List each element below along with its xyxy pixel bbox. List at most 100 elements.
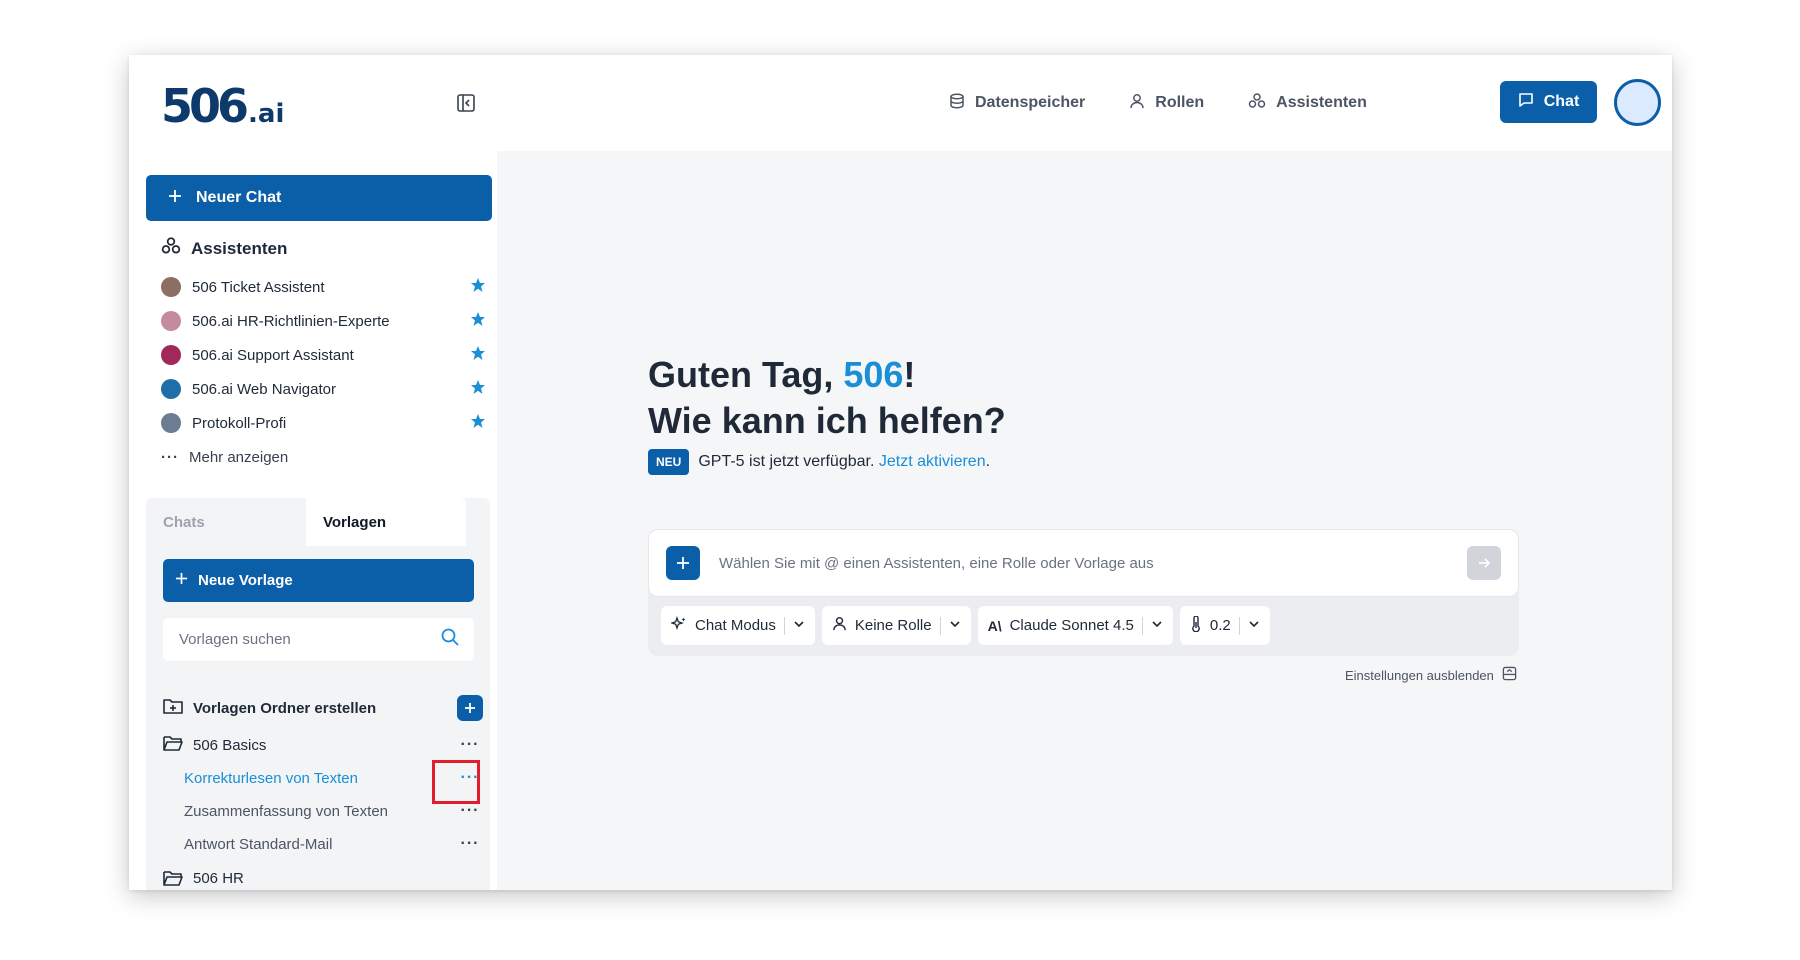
user-icon xyxy=(1129,93,1145,114)
sidebar-tabs: Chats Vorlagen xyxy=(146,498,490,546)
model-value: Claude Sonnet 4.5 xyxy=(1009,617,1134,634)
model-select[interactable]: A\ Claude Sonnet 4.5 xyxy=(977,606,1173,645)
activate-link[interactable]: Jetzt aktivieren xyxy=(879,453,986,470)
folder-row[interactable]: 506 HR xyxy=(163,862,483,890)
assistant-name: 506.ai Support Assistant xyxy=(192,346,354,364)
template-search xyxy=(163,618,474,661)
assistant-avatar xyxy=(161,379,181,399)
greeting-line-2: Wie kann ich helfen? xyxy=(648,400,1006,441)
plus-icon xyxy=(168,189,182,208)
greeting-suffix: ! xyxy=(903,354,916,395)
assistant-name: 506 Ticket Assistent xyxy=(192,278,325,296)
create-folder-row: Vorlagen Ordner erstellen xyxy=(163,693,483,723)
new-badge: NEU xyxy=(648,449,690,475)
template-name: Zusammenfassung von Texten xyxy=(184,802,389,820)
star-icon[interactable] xyxy=(470,345,486,365)
assistant-item[interactable]: 506.ai Web Navigator xyxy=(161,372,486,406)
news-message: GPT-5 ist jetzt verfügbar. xyxy=(698,453,875,470)
assistant-name: 506.ai HR-Richtlinien-Experte xyxy=(192,312,390,330)
send-button[interactable] xyxy=(1467,546,1501,580)
logo-main: 506 xyxy=(161,79,249,133)
tab-chats[interactable]: Chats xyxy=(146,498,306,546)
mode-value: Chat Modus xyxy=(695,617,776,634)
sidebar-collapse-icon[interactable] xyxy=(454,91,478,115)
assistant-name: 506.ai Web Navigator xyxy=(192,380,336,398)
chevron-down-icon xyxy=(1248,617,1260,634)
divider xyxy=(939,616,941,635)
database-icon xyxy=(949,93,965,114)
news-end: . xyxy=(985,453,991,470)
greeting-name: 506 xyxy=(843,354,904,395)
template-more-icon[interactable]: ··· xyxy=(457,836,483,852)
assistant-avatar xyxy=(161,311,181,331)
anthropic-icon: A\ xyxy=(987,617,1002,634)
hide-settings-link[interactable]: Einstellungen ausblenden xyxy=(1345,666,1517,684)
role-select[interactable]: Keine Rolle xyxy=(821,606,971,645)
template-name: Antwort Standard-Mail xyxy=(184,835,333,853)
main-area: Guten Tag, 506! Wie kann ich helfen? NEU… xyxy=(497,151,1672,890)
assistants-title: Assistenten xyxy=(191,238,288,258)
assistant-item[interactable]: 506 Ticket Assistent xyxy=(161,270,486,304)
user-icon xyxy=(832,616,847,635)
news-banner: NEU GPT-5 ist jetzt verfügbar. Jetzt akt… xyxy=(648,449,990,475)
star-icon[interactable] xyxy=(470,413,486,433)
sparkle-icon xyxy=(670,615,687,636)
app-window: 506 .ai Datenspeicher Rollen Assistenten… xyxy=(129,55,1672,890)
highlight-annotation xyxy=(432,760,480,804)
star-icon[interactable] xyxy=(470,277,486,297)
chat-bubble-icon xyxy=(1518,92,1534,113)
folder-icon xyxy=(163,870,183,890)
assistant-item[interactable]: Protokoll-Profi xyxy=(161,406,486,440)
chevron-down-icon xyxy=(793,617,805,634)
message-input[interactable] xyxy=(719,554,1467,572)
assistant-list: 506 Ticket Assistent 506.ai HR-Richtlini… xyxy=(161,270,486,474)
new-chat-button[interactable]: Neuer Chat xyxy=(146,175,492,221)
add-attachment-button[interactable] xyxy=(666,546,700,580)
folder-row[interactable]: 506 Basics ··· xyxy=(163,730,483,760)
assistant-avatar xyxy=(161,277,181,297)
nav-label: Assistenten xyxy=(1276,94,1367,111)
search-icon[interactable] xyxy=(440,627,460,652)
nav-label: Datenspeicher xyxy=(975,94,1086,111)
temperature-select[interactable]: 0.2 xyxy=(1179,606,1270,645)
folder-open-icon xyxy=(163,735,183,755)
chat-button[interactable]: Chat xyxy=(1500,81,1597,123)
template-more-icon[interactable]: ··· xyxy=(457,803,483,819)
template-name: Korrekturlesen von Texten xyxy=(184,769,358,787)
user-avatar[interactable] xyxy=(1614,79,1661,126)
assistant-avatar xyxy=(161,413,181,433)
folder-plus-icon xyxy=(163,697,183,719)
new-chat-label: Neuer Chat xyxy=(196,189,282,206)
logo[interactable]: 506 .ai xyxy=(161,79,284,129)
star-icon[interactable] xyxy=(470,311,486,331)
template-item[interactable]: Antwort Standard-Mail ··· xyxy=(184,829,483,859)
folder-name: 506 Basics xyxy=(193,736,267,754)
assistants-icon xyxy=(161,237,181,260)
star-icon[interactable] xyxy=(470,379,486,399)
composer-input-row xyxy=(648,529,1519,597)
nav-rollen[interactable]: Rollen xyxy=(1129,93,1204,114)
template-search-input[interactable] xyxy=(179,631,440,648)
create-folder-label: Vorlagen Ordner erstellen xyxy=(193,699,377,717)
new-template-label: Neue Vorlage xyxy=(198,572,293,589)
role-value: Keine Rolle xyxy=(854,617,932,634)
composer: Chat Modus Keine Rolle A\ Claude Sonnet … xyxy=(648,529,1519,656)
top-bar: 506 .ai Datenspeicher Rollen Assistenten… xyxy=(129,55,1672,151)
add-folder-button[interactable] xyxy=(457,695,483,721)
logo-suffix: .ai xyxy=(248,99,285,129)
nav-datenspeicher[interactable]: Datenspeicher xyxy=(949,93,1085,114)
divider xyxy=(1238,616,1240,635)
nav-assistenten[interactable]: Assistenten xyxy=(1248,92,1367,114)
chevron-down-icon xyxy=(949,617,961,634)
assistant-item[interactable]: 506.ai HR-Richtlinien-Experte xyxy=(161,304,486,338)
new-template-button[interactable]: Neue Vorlage xyxy=(163,559,474,602)
greeting-prefix: Guten Tag, xyxy=(648,354,844,395)
show-more-link[interactable]: ··· Mehr anzeigen xyxy=(161,440,486,474)
mode-select[interactable]: Chat Modus xyxy=(661,606,815,645)
folder-more-icon[interactable]: ··· xyxy=(457,737,483,753)
tab-vorlagen[interactable]: Vorlagen xyxy=(306,498,466,546)
divider xyxy=(1141,616,1143,635)
top-nav: Datenspeicher Rollen Assistenten xyxy=(949,85,1367,121)
assistant-item[interactable]: 506.ai Support Assistant xyxy=(161,338,486,372)
folder-name: 506 HR xyxy=(193,870,244,887)
